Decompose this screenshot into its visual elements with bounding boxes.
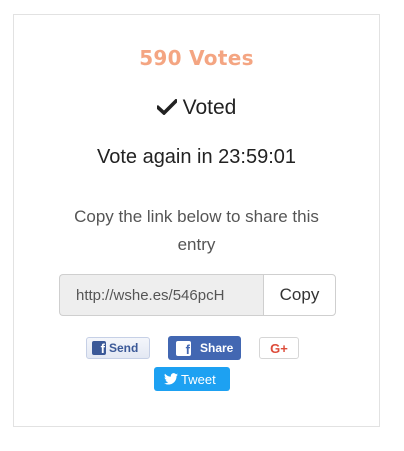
vote-card: 590 Votes Voted Vote again in 23:59:01 C…: [13, 14, 380, 427]
vote-again-timer: Vote again in 23:59:01: [96, 146, 297, 168]
voted-status: Voted: [14, 96, 379, 121]
send-label: Send: [109, 341, 139, 355]
copy-button[interactable]: Copy: [263, 274, 336, 316]
tweet-label: Tweet: [181, 371, 216, 387]
share-label: Share: [200, 341, 234, 355]
share-instructions: Copy the link below to share this entry: [74, 207, 319, 254]
facebook-icon: f: [92, 341, 106, 356]
facebook-icon: f: [176, 340, 191, 356]
tweet-button[interactable]: Tweet: [154, 367, 230, 391]
twitter-bird-icon: [164, 373, 178, 385]
facebook-share-button[interactable]: f Share: [168, 336, 241, 360]
share-url-group: Copy: [59, 274, 336, 316]
check-icon: [155, 97, 179, 121]
google-plus-label: G+: [270, 340, 288, 356]
google-plus-button[interactable]: G+: [259, 337, 299, 359]
social-buttons: f Send f Share G+: [14, 336, 379, 360]
voted-label: Voted: [182, 96, 237, 119]
share-url-input[interactable]: [59, 274, 263, 316]
vote-count: 590 Votes: [139, 46, 254, 70]
facebook-send-button[interactable]: f Send: [86, 337, 150, 359]
